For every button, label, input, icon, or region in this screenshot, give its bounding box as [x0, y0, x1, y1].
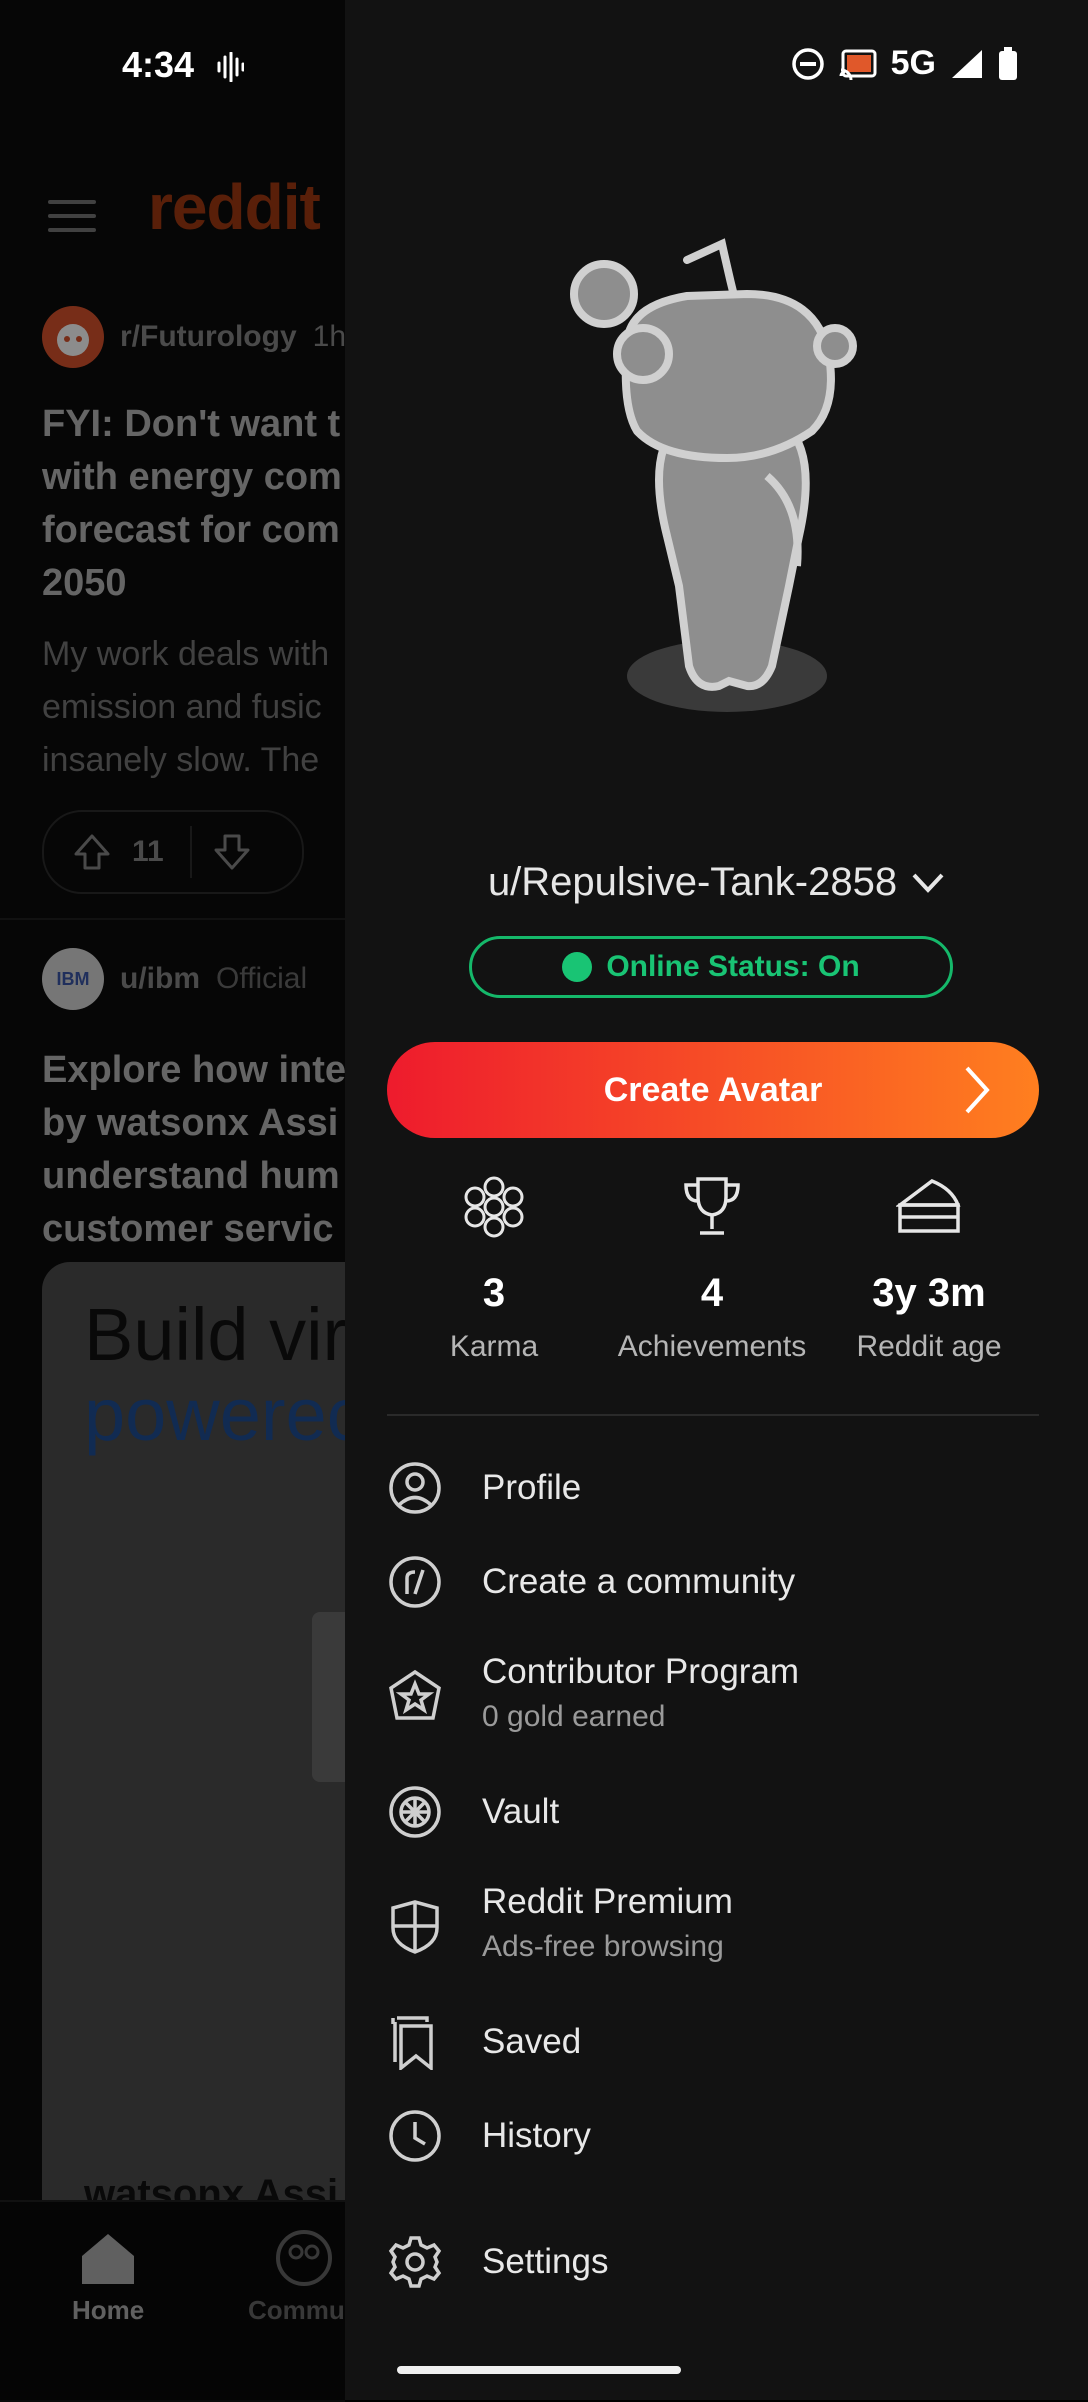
settings-icon: [388, 2236, 442, 2288]
menu-profile-label: Profile: [482, 1468, 582, 1507]
reddit-age-value: 3y 3m: [872, 1271, 986, 1315]
profile-stats: 3 Karma 4 Achievements 3y 3m Reddit age: [387, 1175, 1039, 1375]
chevron-right-icon: [965, 1066, 990, 1114]
online-status-label: Online Status: On: [606, 950, 860, 983]
premium-icon: [391, 1900, 439, 1954]
menu-profile[interactable]: Profile: [345, 1458, 1088, 1518]
create-avatar-button[interactable]: Create Avatar: [387, 1042, 1039, 1138]
achievements-label: Achievements: [617, 1330, 807, 1363]
trophy-icon: [684, 1177, 740, 1235]
menu-settings[interactable]: Settings: [345, 2232, 1088, 2292]
history-icon: [389, 2110, 441, 2162]
menu-history-label: History: [482, 2116, 591, 2155]
cake-icon: [896, 1179, 961, 1233]
achievements-value: 4: [700, 1271, 724, 1315]
online-status-toggle[interactable]: Online Status: On: [469, 936, 953, 998]
do-not-disturb-icon: [791, 47, 824, 80]
vault-icon: [389, 1786, 441, 1838]
drawer-divider: [387, 1414, 1039, 1416]
profile-drawer: u/Repulsive-Tank-2858 Online Status: On …: [345, 0, 1088, 2400]
menu-saved[interactable]: Saved: [345, 2012, 1088, 2072]
menu-vault-label: Vault: [482, 1792, 560, 1831]
cast-icon: [839, 49, 877, 80]
battery-icon: [999, 46, 1017, 80]
status-time: 4:34: [122, 44, 195, 85]
menu-contributor-label: Contributor Program: [482, 1652, 800, 1691]
karma-value: 3: [482, 1271, 506, 1315]
karma-icon: [464, 1176, 524, 1238]
home-indicator[interactable]: [397, 2366, 681, 2374]
username-selector[interactable]: u/Repulsive-Tank-2858: [345, 860, 1088, 905]
stat-reddit-age[interactable]: 3y 3m Reddit age: [809, 1175, 1049, 1364]
snoo-avatar[interactable]: [567, 236, 887, 736]
status-icons: 5G: [791, 44, 1018, 83]
status-bar: 4:34 5G: [0, 0, 1088, 130]
menu-history[interactable]: History: [345, 2106, 1088, 2166]
signal-icon: [952, 49, 982, 78]
menu-contributor-sub: 0 gold earned: [482, 1700, 666, 1733]
username: u/Repulsive-Tank-2858: [487, 860, 898, 904]
menu-create-community[interactable]: Create a community: [345, 1552, 1088, 1612]
feed-dim-overlay[interactable]: [0, 0, 345, 2400]
online-dot-icon: [562, 952, 593, 982]
karma-label: Karma: [449, 1330, 539, 1363]
reddit-age-label: Reddit age: [856, 1330, 1002, 1363]
menu-reddit-premium[interactable]: Reddit Premium Ads-free browsing: [345, 1876, 1088, 1976]
menu-contributor-program[interactable]: Contributor Program 0 gold earned: [345, 1646, 1088, 1746]
menu-saved-label: Saved: [482, 2022, 582, 2061]
create-avatar-label: Create Avatar: [603, 1070, 823, 1109]
stat-achievements[interactable]: 4 Achievements: [592, 1175, 832, 1364]
menu-premium-label: Reddit Premium: [482, 1882, 733, 1921]
menu-create-community-label: Create a community: [482, 1562, 796, 1601]
audio-wave-icon: [217, 52, 244, 82]
saved-icon: [391, 2016, 433, 2070]
menu-vault[interactable]: Vault: [345, 1782, 1088, 1842]
menu-settings-label: Settings: [482, 2242, 609, 2281]
network-type: 5G: [890, 44, 936, 82]
menu-premium-sub: Ads-free browsing: [482, 1930, 724, 1963]
stat-karma[interactable]: 3 Karma: [374, 1175, 614, 1364]
community-icon: [389, 1556, 441, 1608]
profile-icon: [389, 1462, 441, 1514]
contributor-icon: [389, 1669, 441, 1720]
chevron-down-icon: [912, 873, 944, 893]
